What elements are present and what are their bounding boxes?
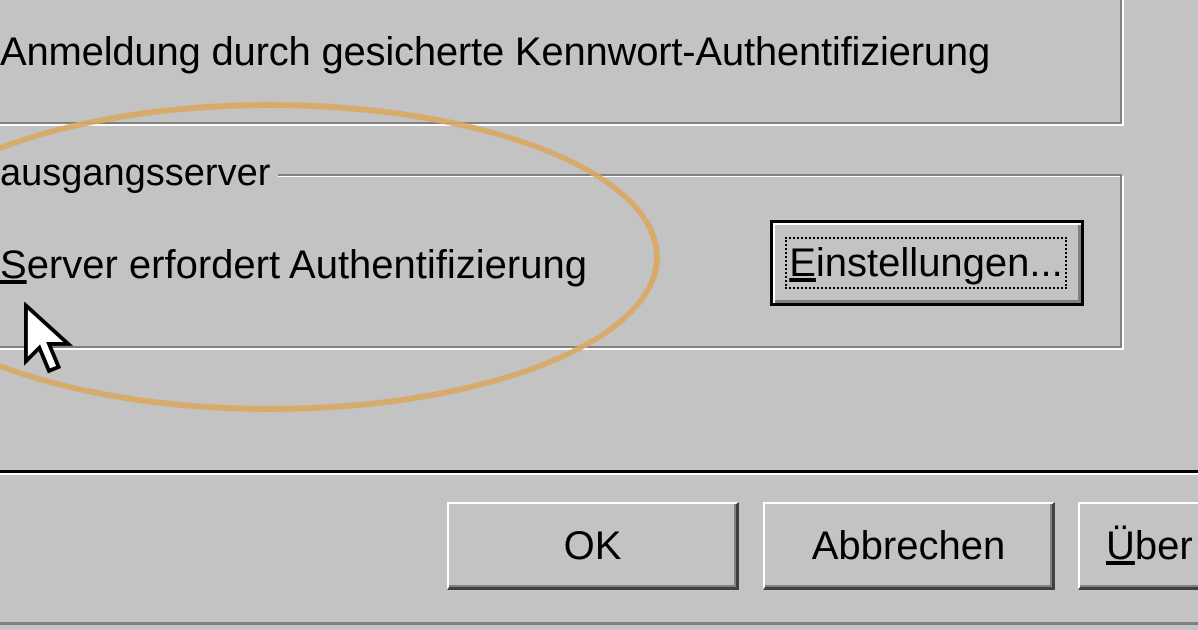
- dialog-separator-highlight: [0, 473, 1198, 475]
- spa-auth-label[interactable]: Anmeldung durch gesicherte Kennwort-Auth…: [0, 30, 990, 75]
- outgoing-server-title: ausgangsserver: [0, 152, 279, 195]
- settings-focus-rect: Einstellungen...: [785, 237, 1067, 289]
- server-auth-text: erver erfordert Authentifizierung: [26, 243, 587, 287]
- cancel-button[interactable]: Abbrechen: [763, 502, 1055, 590]
- server-auth-mnemonic: S: [0, 243, 27, 287]
- apply-mnemonic: Ü: [1106, 523, 1135, 568]
- settings-mnemonic: E: [789, 240, 816, 285]
- settings-label: instellungen...: [815, 240, 1063, 285]
- spa-auth-text: Anmeldung durch gesicherte Kennwort-Auth…: [0, 30, 990, 74]
- settings-button[interactable]: Einstellungen...: [770, 220, 1084, 306]
- ok-button[interactable]: OK: [447, 502, 739, 590]
- apply-label: ber: [1134, 523, 1193, 568]
- dialog-bottom-edge: [0, 622, 1198, 625]
- apply-button[interactable]: Über: [1078, 502, 1198, 590]
- dialog-window: Anmeldung durch gesicherte Kennwort-Auth…: [0, 0, 1198, 630]
- server-requires-auth-checkbox-label[interactable]: Server erfordert Authentifizierung: [0, 243, 587, 288]
